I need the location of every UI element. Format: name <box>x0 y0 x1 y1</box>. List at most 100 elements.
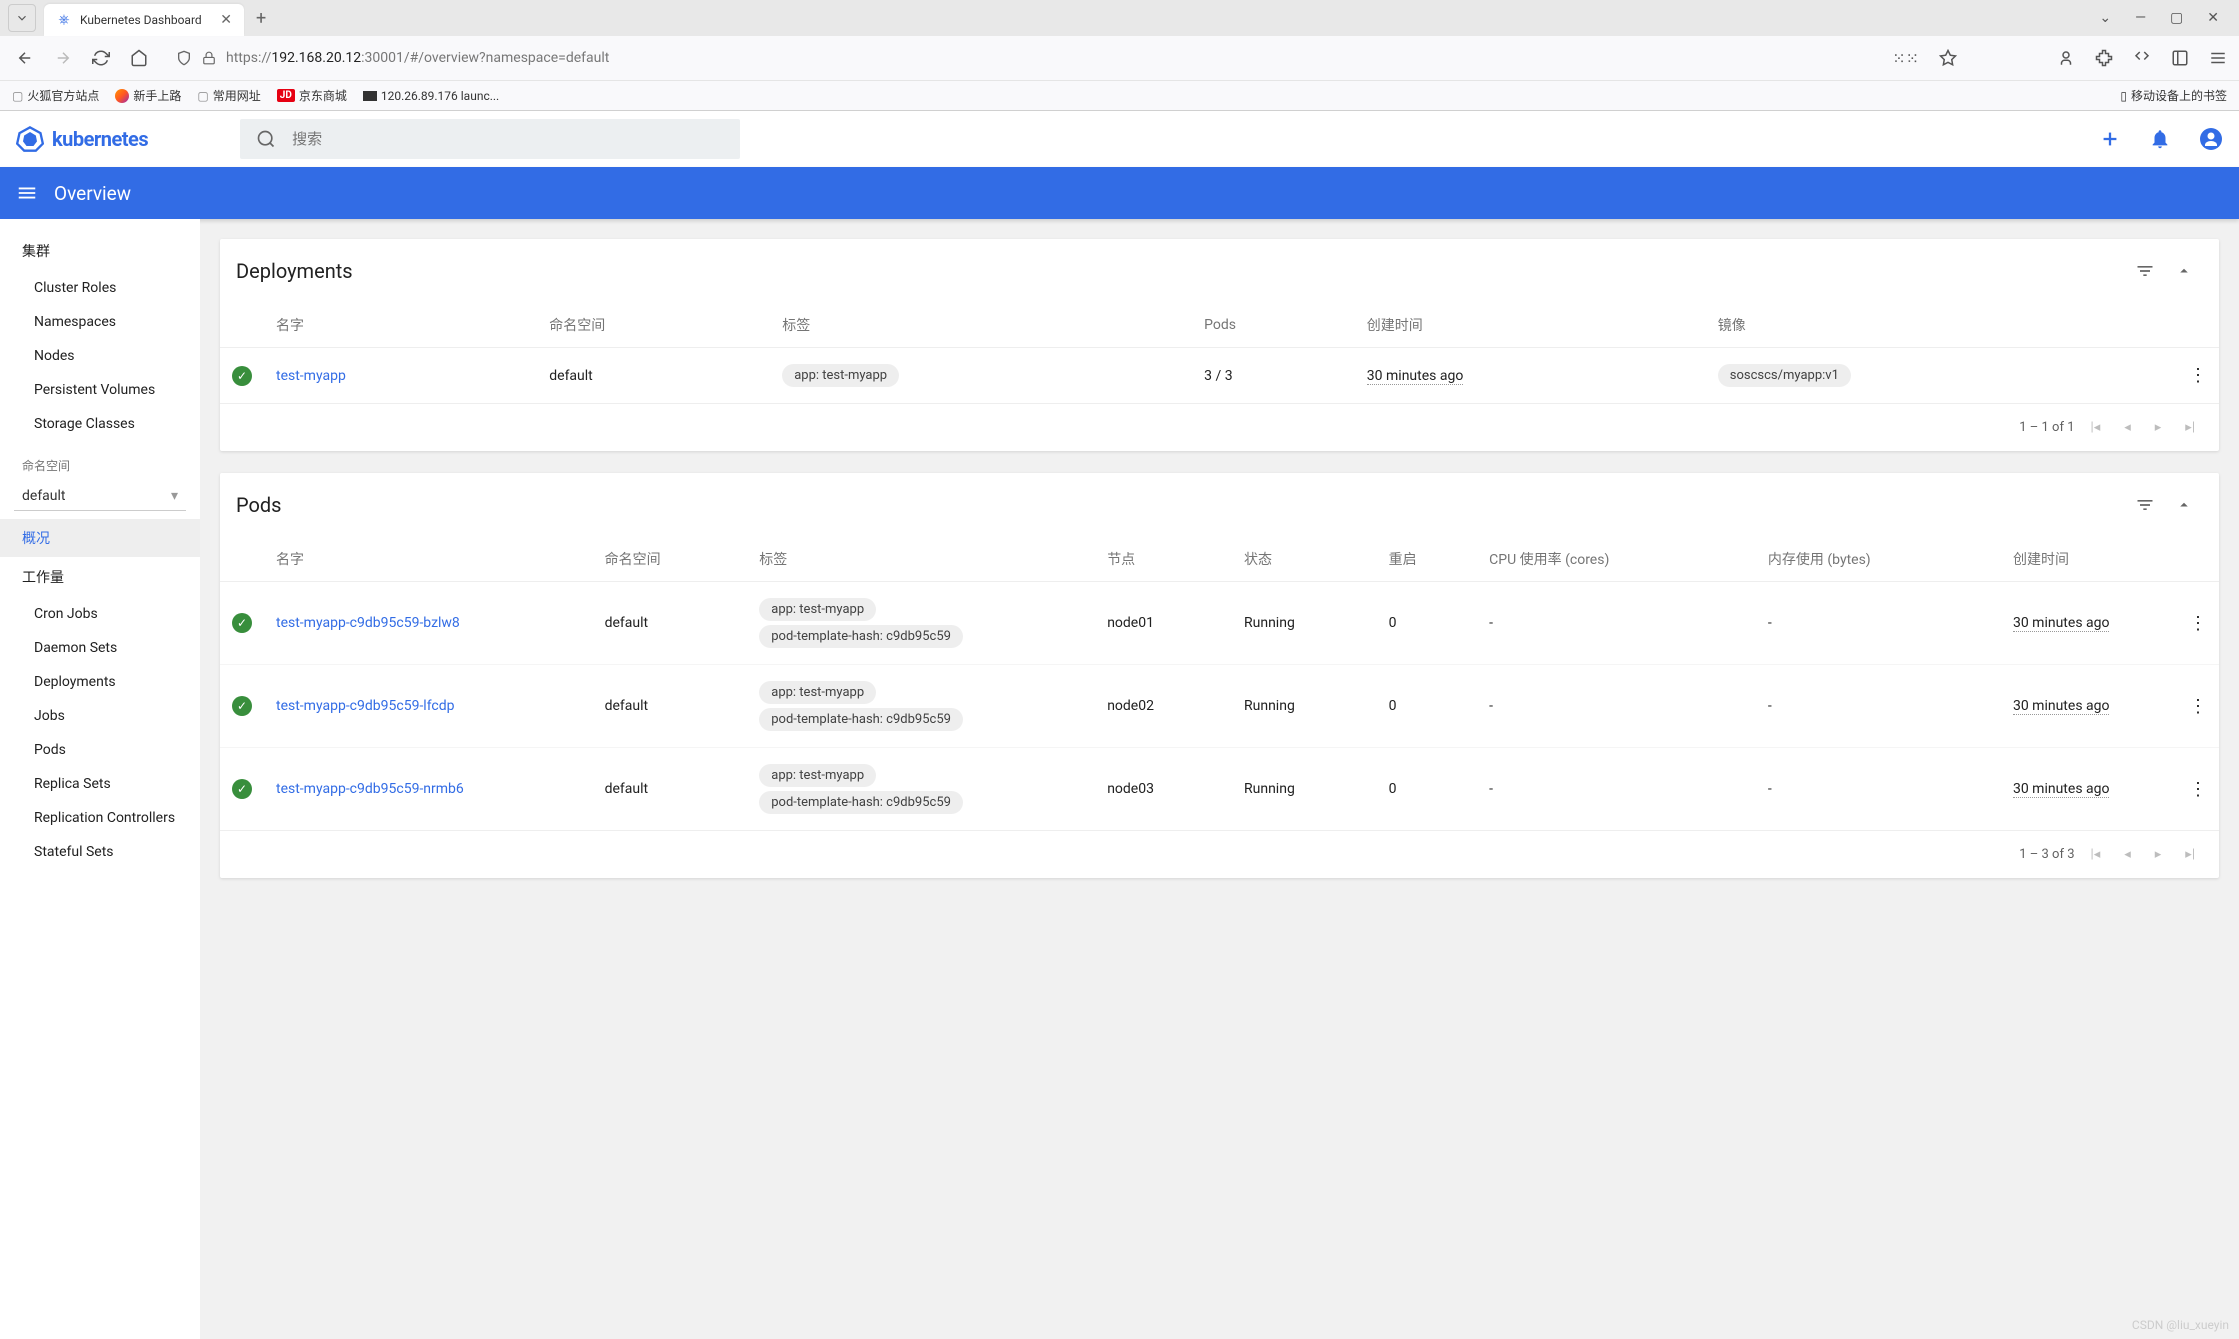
back-button[interactable] <box>12 45 38 71</box>
pod-name-link[interactable]: test-myapp-c9db95c59-nrmb6 <box>276 781 464 797</box>
col-name: 名字 <box>264 537 593 582</box>
deployment-name-link[interactable]: test-myapp <box>276 368 346 384</box>
chevron-down-icon: ▾ <box>171 488 178 504</box>
bookmark-jd[interactable]: JD京东商城 <box>277 87 347 104</box>
content-area: Deployments 名字 命名空间 标签 Pods 创建时间 镜像 <box>200 219 2239 1339</box>
pods-table: 名字 命名空间 标签 节点 状态 重启 CPU 使用率 (cores) 内存使用… <box>220 537 2219 830</box>
pod-name-link[interactable]: test-myapp-c9db95c59-lfcdp <box>276 698 455 714</box>
sidebar-item-cluster-roles[interactable]: Cluster Roles <box>0 271 200 305</box>
cell-namespace: default <box>593 665 748 748</box>
cell-created: 30 minutes ago <box>2013 698 2110 715</box>
create-button[interactable] <box>2099 128 2121 150</box>
account-icon[interactable] <box>2057 49 2075 67</box>
subheader: Overview <box>0 167 2239 219</box>
next-page-icon[interactable]: ▸ <box>2147 843 2170 866</box>
filter-icon[interactable] <box>2125 489 2165 521</box>
bookmark-mobile[interactable]: ▯移动设备上的书签 <box>2120 87 2227 104</box>
qr-icon[interactable]: ⁙⁙ <box>1892 49 1919 68</box>
search-icon <box>256 129 276 149</box>
table-row: ✓ test-myapp-c9db95c59-bzlw8 default app… <box>220 582 2219 665</box>
library-icon[interactable] <box>2133 49 2151 67</box>
maximize-icon[interactable]: ▢ <box>2170 10 2183 26</box>
sidebar-item-stateful-sets[interactable]: Stateful Sets <box>0 835 200 869</box>
sidebar-item-replication-controllers[interactable]: Replication Controllers <box>0 801 200 835</box>
cell-created: 30 minutes ago <box>1367 368 1464 385</box>
menu-toggle-icon[interactable] <box>16 182 38 204</box>
reload-button[interactable] <box>88 45 114 71</box>
app-menu-icon[interactable] <box>2209 49 2227 67</box>
sidebar-item-daemon-sets[interactable]: Daemon Sets <box>0 631 200 665</box>
sidebar-item-storage-classes[interactable]: Storage Classes <box>0 407 200 441</box>
col-created: 创建时间 <box>1355 303 1706 348</box>
sidebar-namespace-label: 命名空间 <box>0 441 200 480</box>
search-box[interactable] <box>240 119 740 159</box>
next-page-icon[interactable]: ▸ <box>2147 416 2170 439</box>
last-page-icon[interactable]: ▸| <box>2177 416 2203 439</box>
tabs-dropdown-icon[interactable]: ⌄ <box>2099 10 2111 26</box>
row-menu-icon[interactable]: ⋮ <box>2189 696 2205 717</box>
filter-icon[interactable] <box>2125 255 2165 287</box>
lock-icon <box>202 51 216 65</box>
col-created: 创建时间 <box>2001 537 2175 582</box>
sidebar-item-pods[interactable]: Pods <box>0 733 200 767</box>
collapse-icon[interactable] <box>2165 490 2203 520</box>
cell-status: Running <box>1232 582 1377 665</box>
sidebar-item-cron-jobs[interactable]: Cron Jobs <box>0 597 200 631</box>
cell-node: node02 <box>1095 665 1232 748</box>
sidebar-item-jobs[interactable]: Jobs <box>0 699 200 733</box>
home-button[interactable] <box>126 45 152 71</box>
col-name: 名字 <box>264 303 537 348</box>
sidebar-item-nodes[interactable]: Nodes <box>0 339 200 373</box>
bookmark-getting-started[interactable]: 新手上路 <box>115 87 181 104</box>
logo-text: kubernetes <box>52 127 148 151</box>
sidebar-item-replica-sets[interactable]: Replica Sets <box>0 767 200 801</box>
close-tab-icon[interactable]: ✕ <box>220 12 232 28</box>
url-bar[interactable]: https://192.168.20.12:30001/#/overview?n… <box>164 42 984 74</box>
kubernetes-logo[interactable]: kubernetes <box>16 125 148 153</box>
extensions-icon[interactable] <box>2095 49 2113 67</box>
cell-restarts: 0 <box>1377 582 1478 665</box>
prev-page-icon[interactable]: ◂ <box>2116 843 2139 866</box>
nav-bar: https://192.168.20.12:30001/#/overview?n… <box>0 36 2239 80</box>
prev-page-icon[interactable]: ◂ <box>2116 416 2139 439</box>
table-row: ✓ test-myapp-c9db95c59-nrmb6 default app… <box>220 748 2219 831</box>
new-tab-button[interactable]: + <box>244 2 278 35</box>
cell-created: 30 minutes ago <box>2013 615 2110 632</box>
close-window-icon[interactable]: ✕ <box>2207 10 2219 26</box>
bookmark-star-icon[interactable] <box>1939 49 1957 67</box>
cell-node: node03 <box>1095 748 1232 831</box>
col-labels: 标签 <box>747 537 1095 582</box>
row-menu-icon[interactable]: ⋮ <box>2189 365 2205 386</box>
minimize-icon[interactable]: — <box>2135 10 2146 26</box>
sidebar-icon[interactable] <box>2171 49 2189 67</box>
kubernetes-favicon: ⎈ <box>56 12 72 28</box>
last-page-icon[interactable]: ▸| <box>2177 843 2203 866</box>
cell-memory: - <box>1756 582 2001 665</box>
first-page-icon[interactable]: |◂ <box>2083 416 2109 439</box>
namespace-select[interactable]: default ▾ <box>14 482 186 511</box>
row-menu-icon[interactable]: ⋮ <box>2189 779 2205 800</box>
sidebar-item-persistent-volumes[interactable]: Persistent Volumes <box>0 373 200 407</box>
sidebar: 集群 Cluster Roles Namespaces Nodes Persis… <box>0 219 200 1339</box>
user-icon[interactable] <box>2199 127 2223 151</box>
sidebar-item-deployments[interactable]: Deployments <box>0 665 200 699</box>
tab-list-button[interactable] <box>8 4 36 32</box>
sidebar-item-namespaces[interactable]: Namespaces <box>0 305 200 339</box>
col-pods: Pods <box>1192 303 1355 348</box>
pod-name-link[interactable]: test-myapp-c9db95c59-bzlw8 <box>276 615 460 631</box>
bookmark-launch[interactable]: 120.26.89.176 launc... <box>363 89 499 103</box>
browser-tab[interactable]: ⎈ Kubernetes Dashboard ✕ <box>44 4 244 36</box>
app-header: kubernetes <box>0 111 2239 167</box>
bookmark-firefox-official[interactable]: ▢火狐官方站点 <box>12 87 99 104</box>
notifications-icon[interactable] <box>2149 128 2171 150</box>
row-menu-icon[interactable]: ⋮ <box>2189 613 2205 634</box>
forward-button[interactable] <box>50 45 76 71</box>
pods-pagination: 1 – 3 of 3 |◂ ◂ ▸ ▸| <box>220 830 2219 878</box>
search-input[interactable] <box>292 130 724 148</box>
first-page-icon[interactable]: |◂ <box>2083 843 2109 866</box>
bookmark-common-sites[interactable]: ▢常用网址 <box>197 87 260 104</box>
pods-card: Pods 名字 命名空间 标签 节点 状态 重启 CPU 使用率 (cores) <box>220 473 2219 878</box>
sidebar-item-overview[interactable]: 概况 <box>0 519 200 557</box>
collapse-icon[interactable] <box>2165 256 2203 286</box>
page-title: Overview <box>54 182 131 205</box>
